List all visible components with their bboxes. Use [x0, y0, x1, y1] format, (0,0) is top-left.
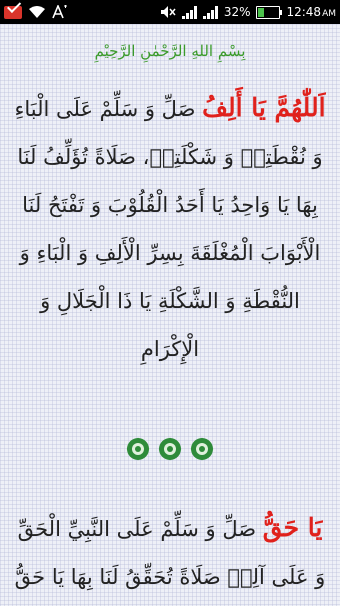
- battery-percentage: 32%: [223, 5, 251, 19]
- paragraph-1-body: صَلِّ وَ سَلِّمْ عَلَى الْبَاءِ وَ نُقْط…: [14, 97, 323, 361]
- status-time-value: 12:48: [286, 5, 322, 19]
- wifi-icon: [28, 4, 46, 20]
- ornament-flower-icon: [157, 436, 183, 462]
- status-time: 12:48AM: [286, 5, 336, 19]
- prayer-content[interactable]: بِسْمِ اللهِ الرَّحْمٰنِ الرَّحِيْمِ اَل…: [0, 24, 340, 606]
- ornament-flower-icon: [125, 436, 151, 462]
- status-bar: 32% 12:48AM: [0, 0, 340, 24]
- invocation-haqq: يَا حَقُّ: [262, 513, 323, 542]
- basmala-heading: بِسْمِ اللهِ الرَّحْمٰنِ الرَّحِيْمِ: [94, 42, 246, 60]
- ornament-flower-icon: [189, 436, 215, 462]
- status-left: [4, 4, 68, 20]
- status-time-suffix: AM: [322, 9, 336, 19]
- salawat-paragraph-1: اَللّٰهُمَّ يَا أَلِفُ صَلِّ وَ سَلِّمْ …: [10, 84, 330, 373]
- section-divider: [0, 436, 340, 462]
- signal-icon-2: [202, 5, 218, 19]
- salawat-paragraph-2: يَا حَقُّ صَلِّ وَ سَلِّمْ عَلَى النَّبِ…: [10, 504, 330, 601]
- font-size-icon: [52, 4, 68, 20]
- battery-icon: [256, 4, 283, 20]
- mail-icon: [4, 4, 22, 20]
- mute-icon: [160, 4, 176, 20]
- signal-icon: [181, 5, 197, 19]
- status-right: 32% 12:48AM: [160, 4, 336, 20]
- invocation-alif: اَللّٰهُمَّ يَا أَلِفُ: [202, 93, 326, 122]
